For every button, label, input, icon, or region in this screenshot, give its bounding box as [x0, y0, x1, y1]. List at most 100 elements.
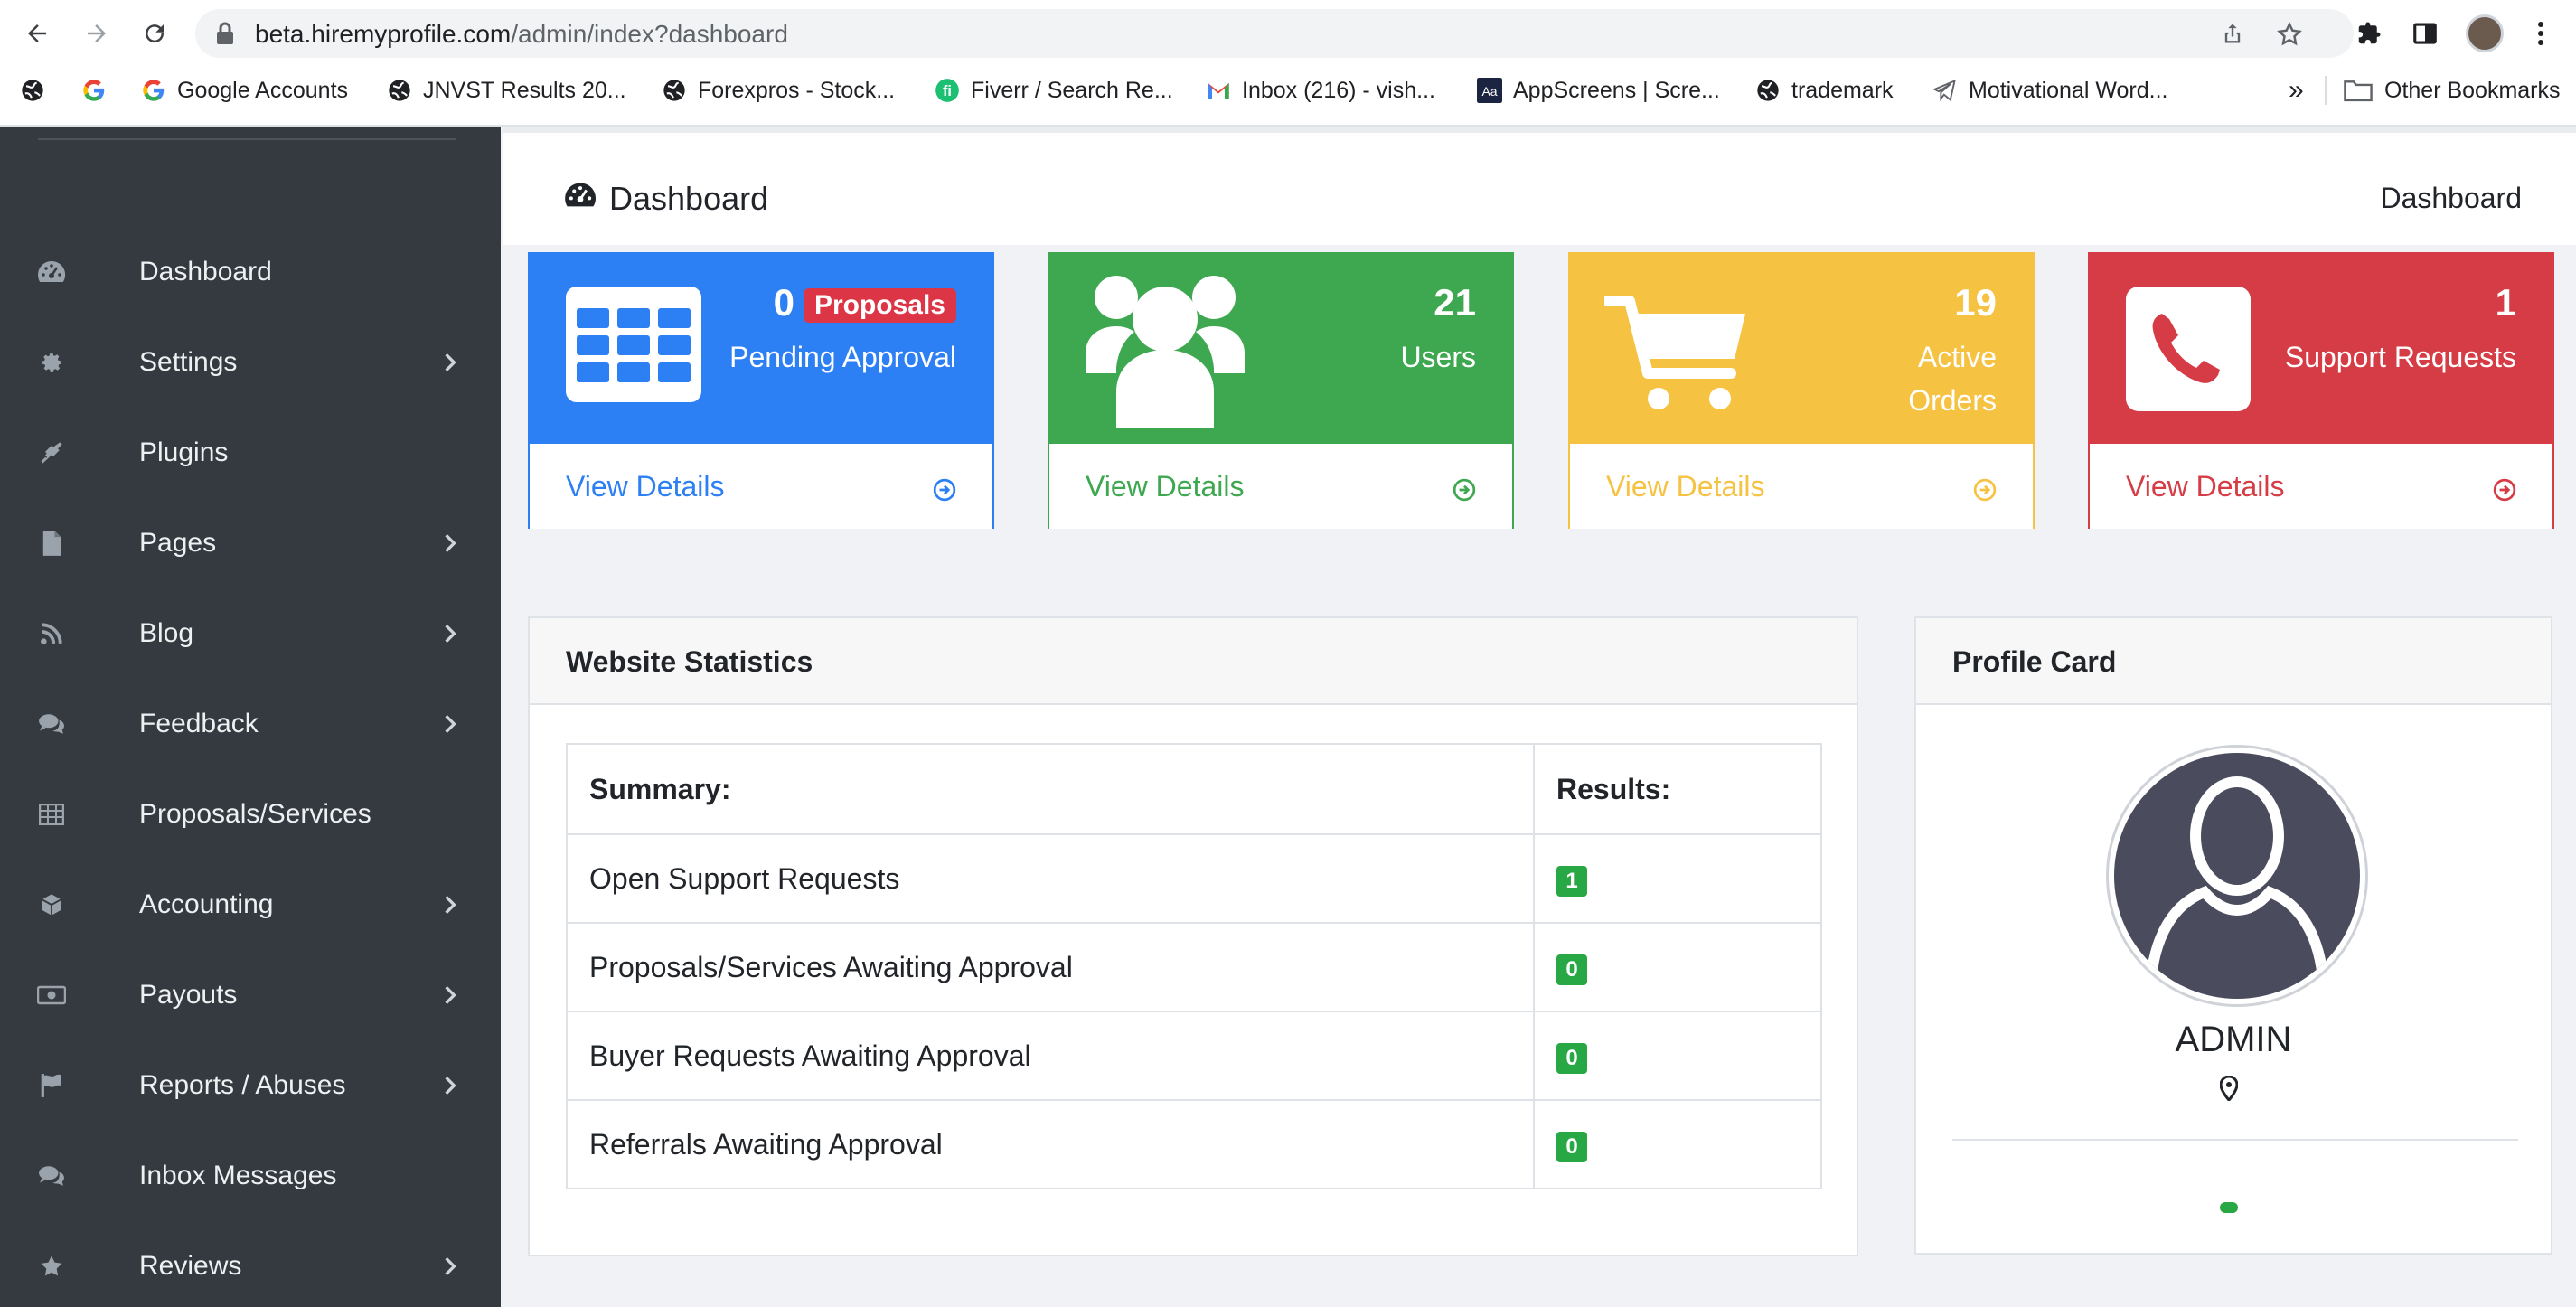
extensions-button[interactable]	[2346, 11, 2392, 56]
file-icon	[36, 528, 67, 559]
row-result: 0	[1533, 922, 1822, 1012]
result-badge: 1	[1556, 865, 1587, 897]
chevron-right-icon	[439, 1255, 461, 1277]
view-details-link[interactable]: View Details	[530, 444, 992, 529]
view-details-label: View Details	[566, 469, 725, 503]
plug-icon	[36, 437, 67, 468]
globe-icon	[20, 78, 45, 103]
stat-box-body: 1 Support Requests	[2090, 254, 2552, 444]
card-header: Profile Card	[1916, 618, 2551, 705]
sidebar-item-blog[interactable]: Blog	[0, 588, 501, 679]
statistics-table: Summary: Results: Open Support Requests …	[566, 743, 1822, 1189]
sidebar-item-reports-abuses[interactable]: Reports / Abuses	[0, 1040, 501, 1131]
bookmark-item[interactable]: JNVST Results 20...	[387, 72, 626, 108]
more-bookmarks-button[interactable]: »	[2289, 72, 2304, 108]
bookmark-label: trademark	[1791, 77, 1894, 103]
other-bookmarks-folder[interactable]: Other Bookmarks	[2343, 72, 2561, 108]
chevron-right-icon	[439, 894, 461, 916]
arrow-circle-right-icon	[2493, 478, 2516, 502]
bookmark-item[interactable]: Google Accounts	[141, 72, 348, 108]
sidebar-item-pages[interactable]: Pages	[0, 498, 501, 588]
stat-label: Pending Approval	[729, 341, 956, 373]
stat-label: Support Requests	[2284, 341, 2516, 373]
back-button[interactable]	[14, 11, 60, 56]
stat-box-proposals: 0 Proposals Pending Approval View Details	[528, 252, 994, 529]
phone-square-icon	[2126, 287, 2251, 416]
arrow-circle-right-icon	[1973, 478, 1997, 502]
profile-name: ADMIN	[2175, 1020, 2292, 1059]
table-icon	[36, 799, 67, 830]
reload-button[interactable]	[132, 11, 177, 56]
menu-button[interactable]	[2518, 11, 2563, 56]
sidebar-item-settings[interactable]: Settings	[0, 317, 501, 408]
row-result: 1	[1533, 833, 1822, 924]
proposals-badge: Proposals	[803, 287, 956, 323]
star-icon	[36, 1251, 67, 1282]
result-badge: 0	[1556, 1131, 1587, 1162]
sidebar-item-dashboard[interactable]: Dashboard	[0, 227, 501, 317]
view-details-label: View Details	[1086, 469, 1245, 503]
sidebar-item-inbox-messages[interactable]: Inbox Messages	[0, 1131, 501, 1221]
page-title: Dashboard	[564, 180, 768, 218]
stat-box-support-requests: 1 Support Requests View Details	[2088, 252, 2554, 529]
sidebar-item-plugins[interactable]: Plugins	[0, 408, 501, 498]
result-badge: 0	[1556, 1042, 1587, 1074]
sidebar-item-reviews[interactable]: Reviews	[0, 1221, 501, 1307]
google-icon	[141, 78, 166, 103]
bookmark-item[interactable]	[81, 72, 107, 108]
stat-value: 1	[2495, 281, 2516, 324]
stat-box-users: 21 Users View Details	[1048, 252, 1514, 529]
website-statistics-card: Website Statistics Summary: Results: Ope…	[528, 616, 1858, 1256]
bookmark-label: Inbox (216) - vish...	[1242, 77, 1435, 103]
bookmark-item[interactable]: Forexpros - Stock...	[662, 72, 895, 108]
forward-button[interactable]	[74, 11, 119, 56]
share-icon[interactable]	[2220, 21, 2245, 51]
stat-label: Active Orders	[1908, 341, 1997, 417]
stat-box-body: 19 Active Orders	[1570, 254, 2033, 444]
bookmark-item[interactable]: trademark	[1755, 72, 1894, 108]
sidebar-item-accounting[interactable]: Accounting	[0, 860, 501, 950]
card-header: Website Statistics	[530, 618, 1857, 705]
sidebar-item-label: Reviews	[139, 1251, 242, 1281]
money-icon	[36, 980, 67, 1011]
globe-icon	[1755, 78, 1781, 103]
row-label: Buyer Requests Awaiting Approval	[566, 1011, 1535, 1101]
kebab-menu-icon	[2538, 22, 2543, 45]
bookmark-item[interactable]: Aa AppScreens | Scre...	[1477, 72, 1720, 108]
view-details-label: View Details	[1606, 469, 1765, 503]
profile-button[interactable]	[2462, 11, 2507, 56]
sidebar-item-feedback[interactable]: Feedback	[0, 679, 501, 769]
table-row: Open Support Requests 1	[566, 833, 1822, 924]
bookmark-label: Motivational Word...	[1969, 77, 2168, 103]
sidebar-item-label: Dashboard	[139, 257, 272, 287]
breadcrumb[interactable]: Dashboard	[2380, 182, 2522, 215]
sidebar-item-proposals-services[interactable]: Proposals/Services	[0, 769, 501, 860]
bookmark-item[interactable]: Motivational Word...	[1932, 72, 2167, 108]
chevron-right-icon	[439, 984, 461, 1006]
sidebar: Dashboard Settings Plugins Pages Blog Fe…	[0, 127, 501, 1307]
view-details-link[interactable]: View Details	[2090, 444, 2552, 529]
bookmark-item[interactable]	[20, 72, 45, 108]
view-details-link[interactable]: View Details	[1049, 444, 1512, 529]
sidebar-item-label: Payouts	[139, 980, 238, 1010]
arrow-circle-right-icon	[1453, 478, 1476, 502]
bookmark-item[interactable]: fi Fiverr / Search Re...	[935, 72, 1173, 108]
lock-icon	[215, 22, 235, 50]
view-details-link[interactable]: View Details	[1570, 444, 2033, 529]
globe-icon	[387, 78, 412, 103]
sidebar-item-payouts[interactable]: Payouts	[0, 950, 501, 1040]
row-result: 0	[1533, 1011, 1822, 1101]
telegram-icon	[1932, 78, 1958, 103]
bookmarks-separator	[2325, 76, 2327, 105]
bookmark-item[interactable]: Inbox (216) - vish...	[1206, 72, 1435, 108]
side-panel-button[interactable]	[2402, 11, 2448, 56]
row-label: Referrals Awaiting Approval	[566, 1099, 1535, 1189]
arrow-circle-right-icon	[933, 478, 956, 502]
chevron-right-icon	[439, 623, 461, 644]
address-bar[interactable]: beta.hiremyprofile.com/admin/index?dashb…	[195, 9, 2354, 58]
bookmark-star-icon[interactable]	[2276, 21, 2303, 52]
table-grid-icon	[566, 287, 701, 407]
profile-avatar	[2106, 745, 2368, 1007]
gmail-icon	[1206, 78, 1231, 103]
stat-value: 0 Proposals	[774, 281, 956, 324]
